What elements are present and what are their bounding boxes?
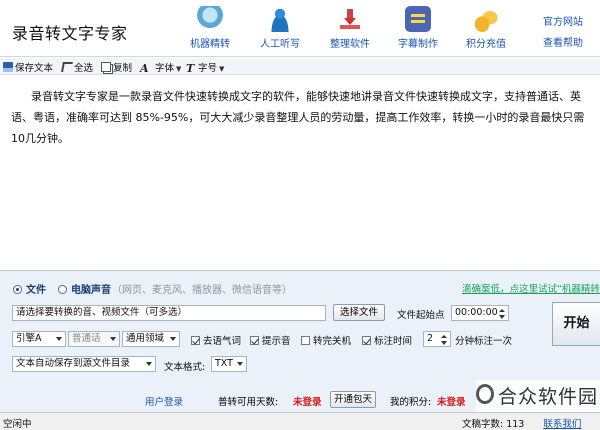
format-select[interactable]: TXT [211, 356, 247, 372]
nav-label: 机器精转 [190, 39, 230, 50]
download-icon [337, 6, 363, 32]
header: 录音转文字专家 机器精转 人工听写 整理软件 字幕制作 积分充值 官方网站 查看… [0, 0, 600, 57]
subtitle-icon [405, 6, 431, 32]
mode-file-radio[interactable]: 文件 [13, 281, 46, 296]
status-text: 空闲中 [3, 419, 32, 430]
spin-down-icon[interactable] [499, 315, 505, 319]
points-label: 我的积分: [390, 397, 432, 408]
save-text-button[interactable]: 保存文本 [3, 60, 53, 74]
interval-stepper[interactable]: 2 [423, 331, 451, 347]
radio-selected [13, 285, 22, 294]
days-value: 未登录 [293, 397, 322, 408]
nav-organize-software[interactable]: 整理软件 [320, 6, 380, 52]
spin-up-icon[interactable] [441, 335, 447, 338]
help-link[interactable]: 查看帮助 [543, 34, 583, 49]
copy-icon [101, 62, 111, 72]
app-title: 录音转文字专家 [12, 24, 128, 43]
nav-label: 人工听写 [260, 39, 300, 50]
open-package-button[interactable]: 开通包天 [330, 391, 376, 408]
chevron-down-icon: ▼ [176, 65, 182, 73]
watermark-text: 合众软件园 [498, 386, 599, 408]
copy-button[interactable]: 复制 [101, 60, 132, 74]
engine-select[interactable]: 引擎A [12, 331, 66, 347]
nav-subtitle-making[interactable]: 字幕制作 [388, 6, 448, 52]
robot-icon [197, 6, 223, 32]
radio-unselected [58, 285, 67, 294]
word-count: 文稿字数: 113 联系我们 [462, 419, 582, 430]
mode-computer-sound-radio[interactable]: 电脑声音 [58, 281, 111, 296]
checkbox-checked [362, 336, 371, 345]
editor-content[interactable]: 录音转文字专家是一款录音文件快速转换成文字的软件，能够快速地讲录音文件快速转换成… [11, 86, 593, 149]
select-file-button[interactable]: 选择文件 [333, 304, 385, 321]
chevron-down-icon [146, 362, 152, 366]
cursor-icon [61, 62, 73, 72]
save-icon [3, 62, 13, 72]
toolbar: 保存文本 全选 复制 A 字体 ▼ T 字号 ▼ [0, 58, 600, 75]
checkbox-unchecked [301, 336, 310, 345]
mode-hint: （网页、麦克风、播放器、微信语音等） [112, 285, 292, 296]
interval-suffix: 分钟标注一次 [455, 336, 513, 347]
file-input[interactable]: 请选择要转换的音、视频文件（可多选） [12, 305, 326, 321]
chevron-down-icon [237, 362, 243, 366]
nav-label: 字幕制作 [398, 39, 438, 50]
nav-points-recharge[interactable]: 积分充值 [456, 6, 516, 52]
start-time-label: 文件起始点 [397, 310, 445, 321]
checkbox-checked [191, 336, 200, 345]
checkbox-checked [250, 336, 259, 345]
spin-up-icon[interactable] [499, 309, 505, 312]
nav-machine-transcribe[interactable]: 机器精转 [180, 6, 240, 52]
nav-human-dictation[interactable]: 人工听写 [250, 6, 310, 52]
official-website-link[interactable]: 官方网站 [543, 13, 583, 28]
beep-checkbox[interactable]: 提示音 [250, 333, 291, 347]
contact-us-link[interactable]: 联系我们 [543, 419, 581, 430]
days-label: 普转可用天数: [218, 397, 279, 408]
nav-label: 积分充值 [466, 39, 506, 50]
filler-words-checkbox[interactable]: 去语气词 [191, 333, 241, 347]
watermark-logo-icon [476, 384, 494, 404]
font-button[interactable]: A 字体 ▼ [140, 60, 182, 75]
chevron-down-icon [56, 337, 62, 341]
domain-select[interactable]: 通用领域 [122, 331, 180, 347]
format-label: 文本格式: [164, 362, 206, 373]
text-editor[interactable]: 录音转文字专家是一款录音文件快速转换成文字的软件，能够快速地讲录音文件快速转换成… [1, 78, 599, 270]
status-bar: 空闲中 文稿字数: 113 联系我们 [0, 412, 600, 430]
font-size-button[interactable]: T 字号 ▼ [186, 60, 225, 75]
timestamp-checkbox[interactable]: 标注时间 [362, 333, 412, 347]
chevron-down-icon [110, 337, 116, 341]
start-button[interactable]: 开始 [552, 302, 600, 346]
points-value: 未登录 [437, 397, 466, 408]
start-time-input[interactable]: 00:00:00 [451, 305, 509, 321]
save-location-select[interactable]: 文本自动保存到源文件目录 [12, 356, 156, 372]
select-all-button[interactable]: 全选 [61, 60, 93, 74]
person-icon [267, 6, 293, 32]
chevron-down-icon [170, 337, 176, 341]
watermark: 合众软件园 [476, 380, 600, 412]
chevron-down-icon: ▼ [219, 65, 225, 73]
coins-icon [473, 6, 499, 32]
nav-label: 整理软件 [330, 39, 370, 50]
font-size-icon: T [186, 62, 195, 75]
promo-link[interactable]: 滴确案低，点这里试试“机器精转 [462, 281, 600, 295]
user-login-link[interactable]: 用户登录 [145, 394, 183, 408]
shutdown-checkbox[interactable]: 转完关机 [301, 333, 351, 347]
font-icon: A [140, 62, 149, 75]
spin-down-icon[interactable] [441, 341, 447, 345]
language-select[interactable]: 普通话 [68, 331, 120, 347]
